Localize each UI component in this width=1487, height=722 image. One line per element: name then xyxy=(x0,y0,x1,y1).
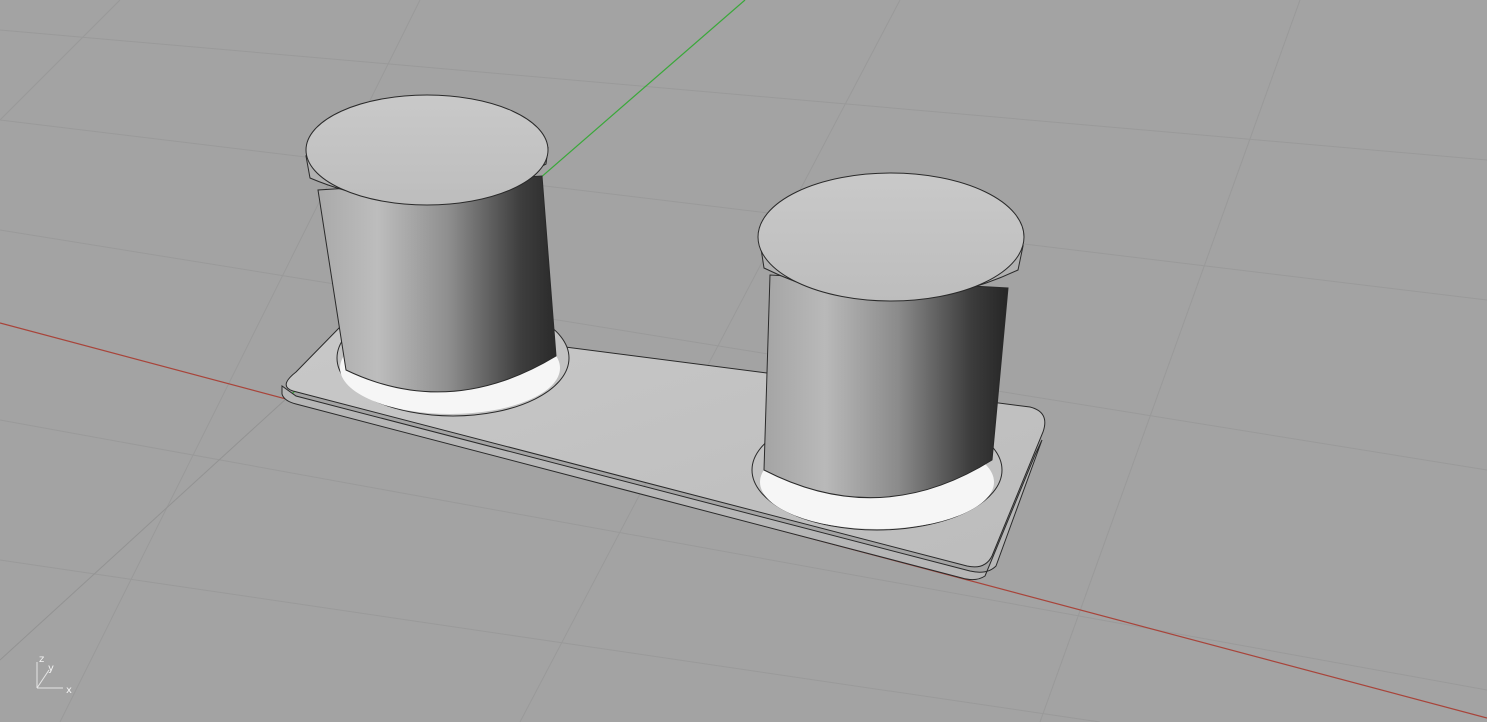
bollard-left-body xyxy=(317,175,557,393)
widget-x-label: x xyxy=(66,685,72,696)
axis-orientation-widget: z y x xyxy=(36,654,72,696)
widget-y-label: y xyxy=(48,663,54,674)
bollard-right[interactable] xyxy=(757,172,1025,499)
grid-axis-line xyxy=(0,397,288,661)
bollard-left[interactable] xyxy=(305,94,557,393)
bollard-right-body xyxy=(763,274,1009,499)
perspective-viewport[interactable]: z y x xyxy=(0,0,1487,722)
widget-z-label: z xyxy=(39,654,44,665)
bollard-left-cap-top xyxy=(305,94,549,206)
viewport-canvas[interactable]: z y x xyxy=(0,0,1487,722)
construction-grid xyxy=(0,0,1487,722)
bollard-right-cap-top xyxy=(757,172,1025,302)
